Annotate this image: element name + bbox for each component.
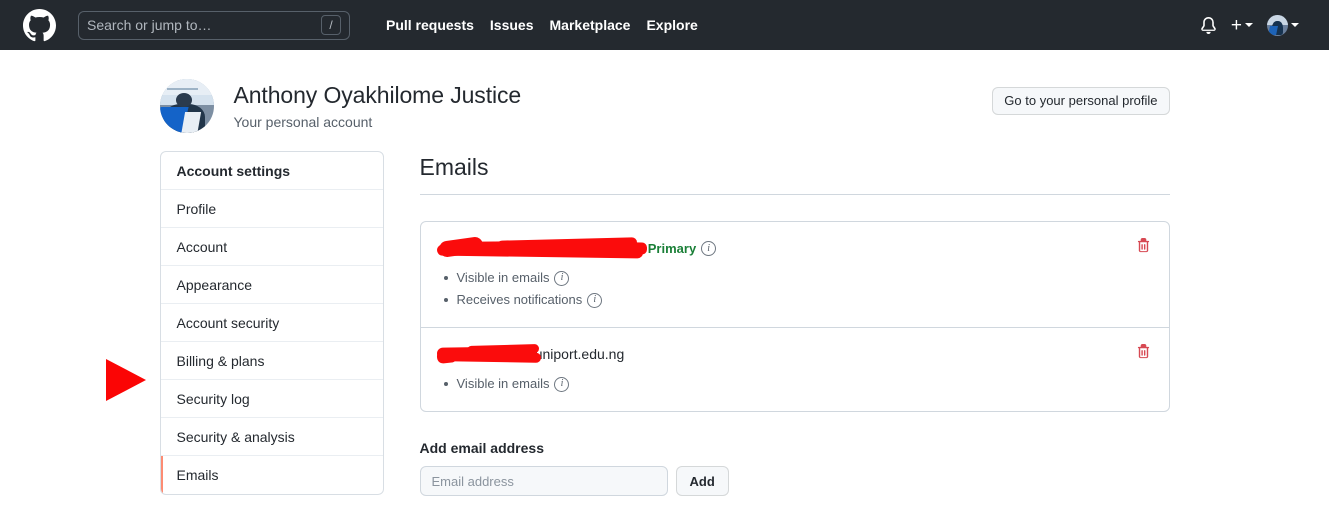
search-shortcut-badge: / [321, 15, 341, 35]
redaction-stroke [436, 346, 533, 360]
avatar-icon [1267, 14, 1288, 36]
info-icon[interactable]: i [554, 270, 570, 286]
settings-layout: Account settings Profile Account Appeara… [159, 151, 1170, 506]
create-new-menu[interactable]: + [1231, 16, 1253, 35]
table-row: xxxxxxxxxxxxxxxxxxxxxxxxom – Primary i [420, 222, 1169, 328]
sidebar-item-emails[interactable]: Emails [160, 456, 383, 494]
email-address-redacted: xxxxxxxxxxxxxxxxxxxxxxxxom [436, 236, 647, 259]
go-to-personal-profile-button[interactable]: Go to your personal profile [992, 87, 1170, 115]
email-primary-line: xxxxxxxxxxxxxxxxxxxxxxxxom – Primary i [436, 236, 1153, 259]
sidebar-item-appearance[interactable]: Appearance [160, 266, 383, 304]
email-attributes: Visible in emails i [437, 373, 1153, 395]
page-body: Anthony Oyakhilome Justice Your personal… [0, 50, 1329, 506]
sidebar-item-profile[interactable]: Profile [160, 190, 383, 228]
primary-nav: Pull requests Issues Marketplace Explore [386, 17, 698, 33]
info-icon[interactable]: i [701, 241, 717, 256]
profile-header: Anthony Oyakhilome Justice Your personal… [159, 50, 1170, 151]
nav-link-explore[interactable]: Explore [646, 17, 697, 33]
status-badge: Primary [647, 241, 697, 256]
github-logo-icon[interactable] [23, 8, 56, 42]
sidebar-item-billing-and-plans[interactable]: Billing & plans [160, 342, 383, 380]
page-container: Anthony Oyakhilome Justice Your personal… [105, 50, 1170, 506]
add-email-row: Add [419, 466, 1170, 496]
bullet-label: Visible in emails [456, 270, 550, 285]
page-title: Anthony Oyakhilome Justice [233, 81, 522, 108]
info-icon[interactable]: i [587, 292, 603, 308]
topbar-right-actions: + [1200, 14, 1313, 36]
settings-content: Emails xxxxxxxxxxxxxxxxxxxxxxxxom [419, 151, 1170, 506]
sidebar-heading-account-settings: Account settings [160, 152, 383, 190]
profile-subtitle: Your personal account [233, 113, 373, 130]
chevron-down-icon [1245, 23, 1253, 27]
nav-link-marketplace[interactable]: Marketplace [550, 17, 631, 33]
sidebar-item-account[interactable]: Account [160, 228, 383, 266]
email-address-suffix: @uniport.edu.ng [520, 346, 625, 362]
nav-link-pull-requests[interactable]: Pull requests [386, 17, 474, 33]
settings-sidebar: Account settings Profile Account Appeara… [159, 151, 384, 495]
email-address-redacted: xxxxxxxxxxxx@uniport.edu.ng [435, 343, 625, 365]
chevron-down-icon [1291, 23, 1299, 27]
search-box[interactable]: / [78, 10, 350, 40]
bullet-label: Receives notifications [456, 292, 583, 307]
redaction-stroke [437, 236, 484, 258]
separator-dash: – [631, 240, 640, 256]
redaction-stroke [435, 348, 458, 365]
plus-icon: + [1230, 14, 1242, 36]
account-menu[interactable] [1267, 14, 1299, 36]
notifications-bell-icon[interactable] [1200, 16, 1217, 34]
table-row: xxxxxxxxxxxx@uniport.edu.ng Visible in e… [421, 328, 1169, 411]
list-item: Visible in emails i [443, 267, 1153, 289]
bullet-label: Visible in emails [456, 376, 550, 391]
delete-email-button[interactable] [1134, 236, 1153, 255]
search-input[interactable] [87, 15, 321, 35]
profile-avatar[interactable] [159, 79, 214, 133]
email-list-card: xxxxxxxxxxxxxxxxxxxxxxxxom – Primary i [419, 221, 1170, 412]
sidebar-item-security-log[interactable]: Security log [160, 380, 383, 418]
email-field[interactable] [419, 466, 668, 496]
profile-identity: Anthony Oyakhilome Justice Your personal… [234, 81, 522, 132]
email-attributes: Visible in emails i Receives notificatio… [437, 267, 1153, 311]
info-icon[interactable]: i [554, 376, 570, 392]
section-title: Emails [419, 152, 1170, 195]
list-item: Visible in emails i [443, 373, 1153, 395]
add-email-button[interactable]: Add [675, 466, 729, 496]
add-email-section: Add email address Add [419, 438, 1170, 496]
email-secondary-line: xxxxxxxxxxxx@uniport.edu.ng [435, 343, 1153, 365]
add-email-label: Add email address [419, 440, 545, 456]
top-navigation-bar: / Pull requests Issues Marketplace Explo… [0, 0, 1329, 50]
nav-link-issues[interactable]: Issues [490, 17, 534, 33]
red-arrow-pointer-icon [105, 359, 146, 401]
sidebar-item-security-and-analysis[interactable]: Security & analysis [160, 418, 383, 456]
email-address-suffix: om [604, 240, 624, 256]
delete-email-button[interactable] [1134, 342, 1153, 361]
sidebar-item-account-security[interactable]: Account security [160, 304, 383, 342]
list-item: Receives notifications i [443, 289, 1153, 311]
